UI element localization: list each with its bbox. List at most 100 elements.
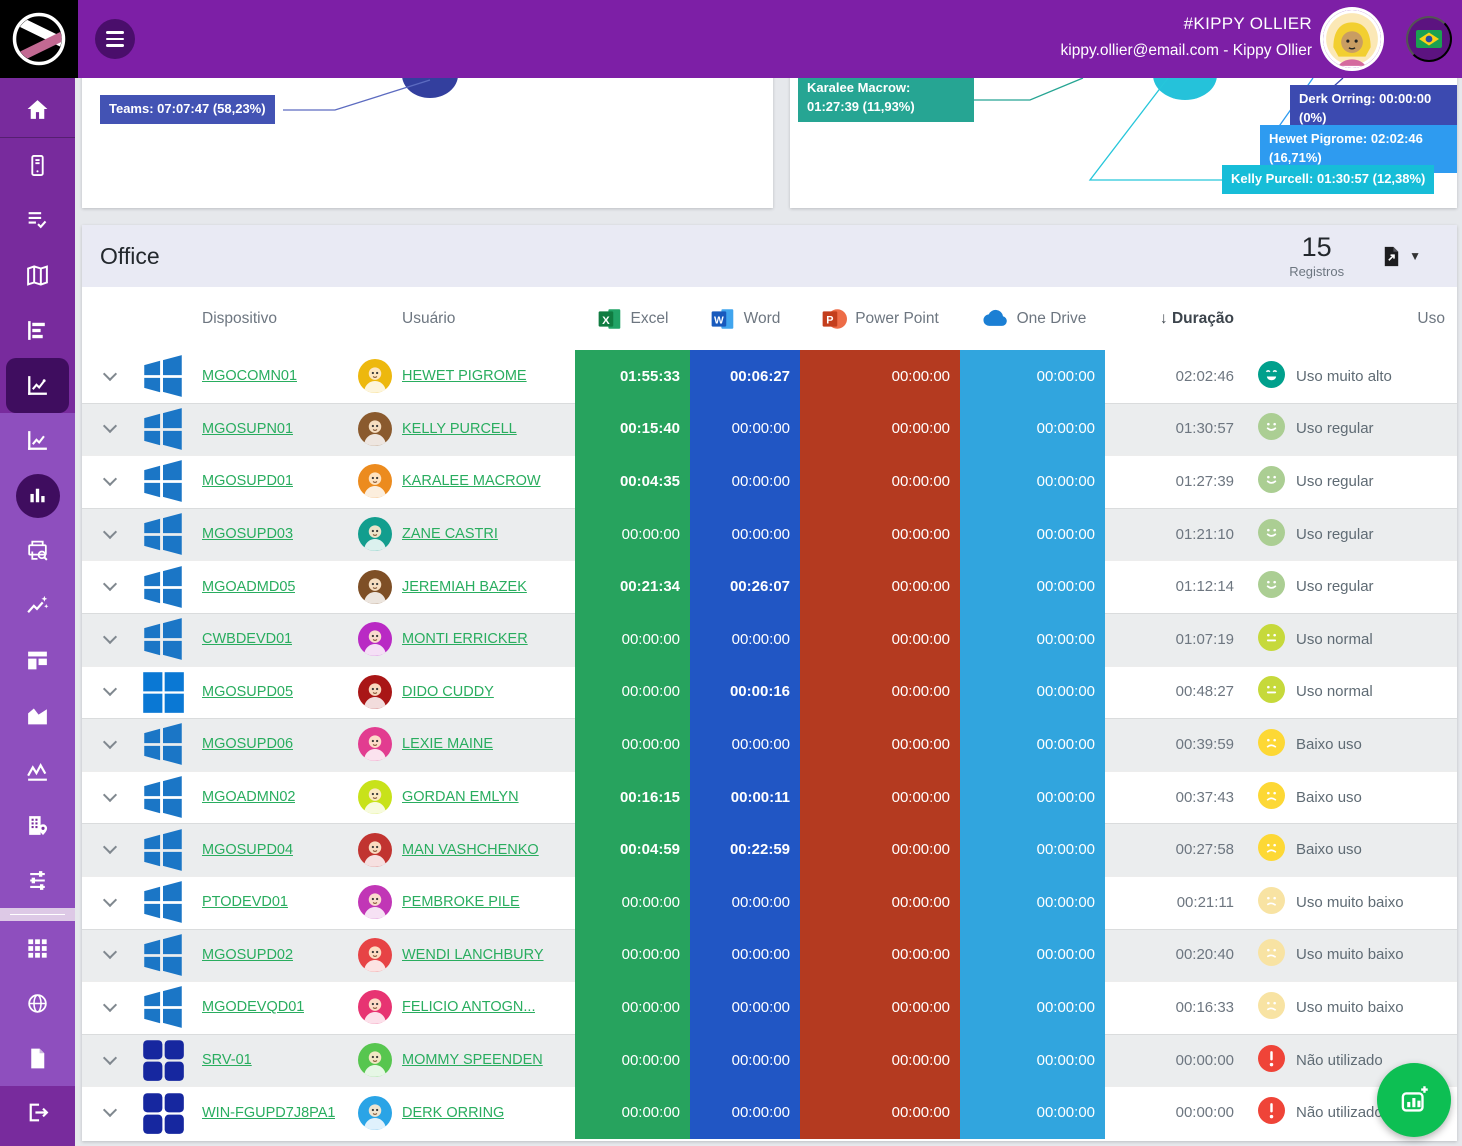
col-dispositivo[interactable]: Dispositivo bbox=[188, 310, 358, 328]
user-avatar[interactable] bbox=[1323, 10, 1381, 68]
chevron-down-icon[interactable] bbox=[103, 1050, 117, 1064]
device-link[interactable]: MGOCOMN01 bbox=[202, 368, 297, 384]
chevron-down-icon[interactable] bbox=[103, 998, 117, 1012]
chart-label-teams[interactable]: Teams: 07:07:47 (58,23%) bbox=[100, 95, 275, 124]
sidebar-item-company-location[interactable] bbox=[0, 798, 75, 853]
col-usuario[interactable]: Usuário bbox=[402, 310, 575, 328]
user-link[interactable]: JEREMIAH BAZEK bbox=[402, 579, 527, 595]
user-link[interactable]: KELLY PURCELL bbox=[402, 421, 517, 437]
word-time-cell: 00:06:27 bbox=[690, 350, 800, 403]
sidebar-item-ranking-bars[interactable] bbox=[0, 303, 75, 358]
col-uso[interactable]: Uso bbox=[1242, 310, 1457, 328]
sidebar-item-insights[interactable] bbox=[0, 578, 75, 633]
chevron-down-icon[interactable] bbox=[103, 1103, 117, 1117]
usage-label: Não utilizado bbox=[1296, 1104, 1383, 1121]
device-link[interactable]: WIN-FGUPD7J8PA1 bbox=[202, 1105, 335, 1121]
export-button[interactable]: ▼ bbox=[1380, 245, 1421, 268]
powerpoint-time-cell: 00:00:00 bbox=[800, 560, 960, 613]
col-duracao[interactable]: ↓ Duração bbox=[1105, 310, 1242, 328]
user-link[interactable]: MONTI ERRICKER bbox=[402, 631, 528, 647]
sidebar-item-activity-list[interactable] bbox=[0, 193, 75, 248]
chevron-down-icon[interactable] bbox=[103, 893, 117, 907]
language-button[interactable] bbox=[1406, 16, 1452, 62]
device-link[interactable]: MGOADMD05 bbox=[202, 579, 295, 595]
chevron-down-icon[interactable] bbox=[103, 419, 117, 433]
sidebar-item-documents[interactable] bbox=[0, 1031, 75, 1086]
sidebar-item-print-report[interactable] bbox=[0, 523, 75, 578]
chevron-down-icon[interactable] bbox=[103, 682, 117, 696]
device-link[interactable]: MGOADMN02 bbox=[202, 789, 295, 805]
user-link[interactable]: PEMBROKE PILE bbox=[402, 894, 520, 910]
user-link[interactable]: DIDO CUDDY bbox=[402, 684, 494, 700]
user-link[interactable]: MAN VASHCHENKO bbox=[402, 842, 539, 858]
col-onedrive[interactable]: One Drive bbox=[960, 304, 1105, 334]
sidebar-item-area-chart[interactable] bbox=[0, 688, 75, 743]
device-link[interactable]: PTODEVD01 bbox=[202, 894, 288, 910]
windows-classic-icon bbox=[138, 823, 188, 876]
table-row: MGOSUPD03 ZANE CASTRI 00:00:00 00:00:00 … bbox=[82, 508, 1457, 561]
avatar bbox=[358, 403, 402, 456]
sidebar-item-line-chart[interactable] bbox=[0, 743, 75, 798]
sidebar-item-dashboard-columns[interactable] bbox=[0, 633, 75, 688]
col-excel[interactable]: X Excel bbox=[575, 306, 690, 332]
device-link[interactable]: MGODEVQD01 bbox=[202, 999, 304, 1015]
sidebar-item-bar-chart[interactable] bbox=[0, 468, 75, 523]
duration-cell: 00:27:58 bbox=[1105, 823, 1242, 876]
chevron-down-icon[interactable] bbox=[103, 472, 117, 486]
chevron-down-icon[interactable] bbox=[103, 840, 117, 854]
app-logo[interactable] bbox=[0, 0, 78, 78]
user-link[interactable]: GORDAN EMLYN bbox=[402, 789, 519, 805]
user-link[interactable]: WENDI LANCHBURY bbox=[402, 947, 544, 963]
device-link[interactable]: MGOSUPD06 bbox=[202, 736, 293, 752]
usage-level-icon bbox=[1258, 361, 1285, 392]
excel-time-cell: 00:00:00 bbox=[575, 508, 690, 561]
user-link[interactable]: KARALEE MACROW bbox=[402, 473, 541, 489]
avatar bbox=[358, 560, 402, 613]
sidebar-item-tune-settings[interactable] bbox=[0, 853, 75, 908]
sidebar-item-productivity-chart[interactable] bbox=[6, 358, 69, 413]
duration-cell: 02:02:46 bbox=[1105, 350, 1242, 403]
usage-level-icon bbox=[1258, 1045, 1285, 1076]
sidebar-item-web-globe[interactable] bbox=[0, 976, 75, 1031]
sidebar-item-map[interactable] bbox=[0, 248, 75, 303]
user-link[interactable]: DERK ORRING bbox=[402, 1105, 504, 1121]
sidebar-item-home[interactable] bbox=[0, 82, 75, 137]
device-link[interactable]: MGOSUPD02 bbox=[202, 947, 293, 963]
chevron-down-icon[interactable] bbox=[103, 735, 117, 749]
device-link[interactable]: MGOSUPD05 bbox=[202, 684, 293, 700]
sidebar-item-apps-grid[interactable] bbox=[0, 921, 75, 976]
chevron-down-icon[interactable] bbox=[103, 630, 117, 644]
chart-label-karalee[interactable]: Karalee Macrow: 01:27:39 (11,93%) bbox=[798, 74, 974, 122]
sidebar-item-logout[interactable] bbox=[0, 1085, 75, 1140]
chevron-down-icon[interactable] bbox=[103, 945, 117, 959]
device-link[interactable]: MGOSUPD04 bbox=[202, 842, 293, 858]
chevron-down-icon[interactable] bbox=[103, 577, 117, 591]
table-header: Dispositivo Usuário X Excel W Word P Pow… bbox=[82, 287, 1457, 350]
add-chart-button[interactable] bbox=[1377, 1063, 1451, 1137]
hamburger-menu-icon[interactable] bbox=[95, 19, 135, 59]
duration-cell: 00:16:33 bbox=[1105, 981, 1242, 1034]
sidebar-item-trend-chart[interactable] bbox=[0, 413, 75, 468]
chevron-down-icon[interactable] bbox=[103, 367, 117, 381]
chart-label-kelly[interactable]: Kelly Purcell: 01:30:57 (12,38%) bbox=[1222, 165, 1434, 194]
user-link[interactable]: ZANE CASTRI bbox=[402, 526, 498, 542]
section-title: Office bbox=[100, 243, 160, 270]
user-link[interactable]: HEWET PIGROME bbox=[402, 368, 527, 384]
word-time-cell: 00:26:07 bbox=[690, 560, 800, 613]
word-time-cell: 00:00:00 bbox=[690, 929, 800, 982]
device-link[interactable]: MGOSUPD01 bbox=[202, 473, 293, 489]
sidebar-item-devices[interactable] bbox=[0, 138, 75, 193]
user-link[interactable]: FELICIO ANTOGN... bbox=[402, 999, 535, 1015]
chevron-down-icon[interactable] bbox=[103, 525, 117, 539]
device-link[interactable]: MGOSUPN01 bbox=[202, 421, 293, 437]
col-word[interactable]: W Word bbox=[690, 306, 800, 332]
device-link[interactable]: MGOSUPD03 bbox=[202, 526, 293, 542]
device-link[interactable]: SRV-01 bbox=[202, 1052, 252, 1068]
chevron-down-icon[interactable] bbox=[103, 787, 117, 801]
device-link[interactable]: CWBDEVD01 bbox=[202, 631, 292, 647]
user-link[interactable]: LEXIE MAINE bbox=[402, 736, 493, 752]
usage-label: Uso regular bbox=[1296, 420, 1374, 437]
user-link[interactable]: MOMMY SPEENDEN bbox=[402, 1052, 543, 1068]
col-powerpoint[interactable]: P Power Point bbox=[800, 306, 960, 332]
usage-label: Uso muito baixo bbox=[1296, 946, 1404, 963]
